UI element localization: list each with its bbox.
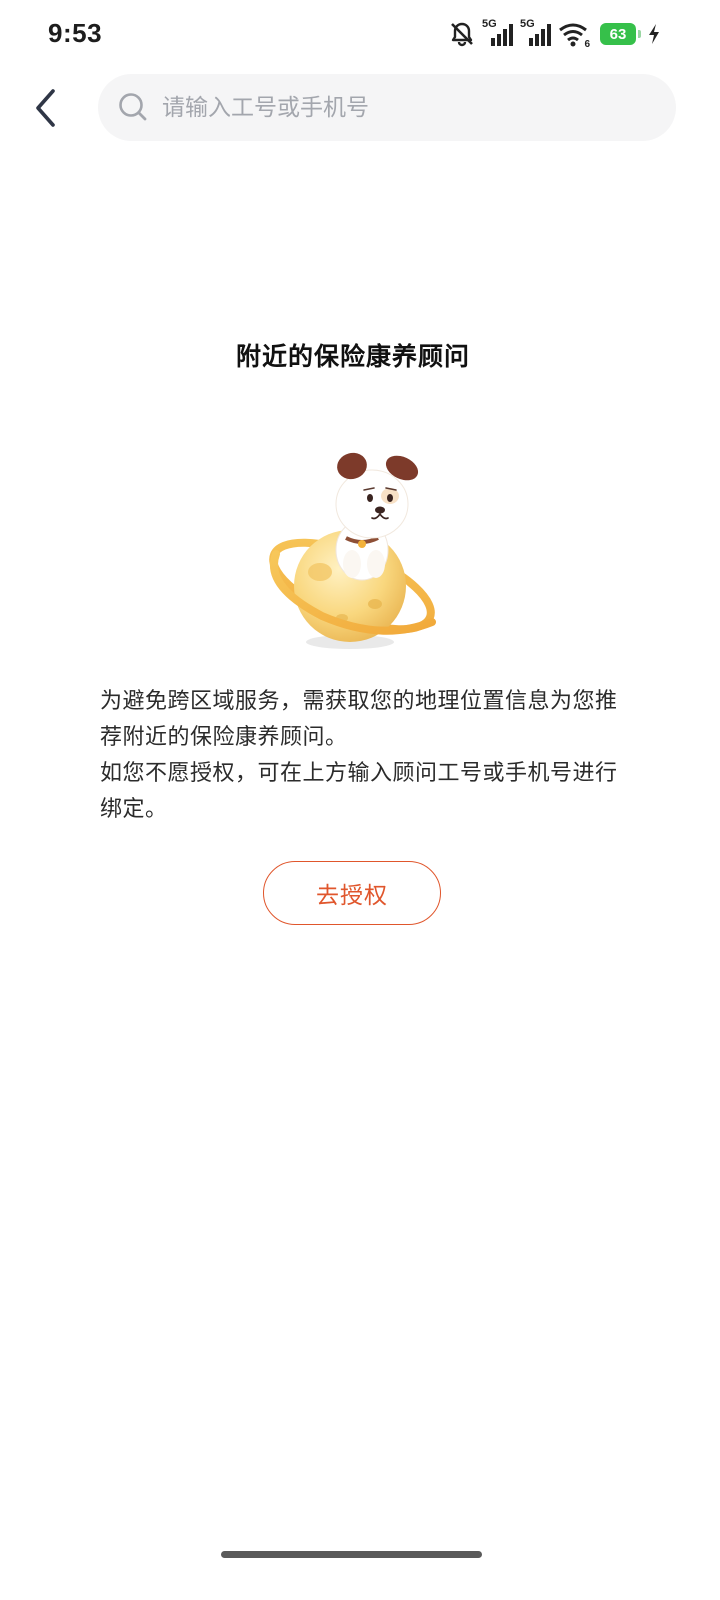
description-line: 为避免跨区域服务，需获取您的地理位置信息为您推荐附近的保险康养顾问。 [100,689,618,750]
screen: 9:53 5G 5G 6 63 请输入工号或手机号 附近的保险康养顾问 为避免跨… [0,0,720,1600]
signal-icon: 5G [482,18,514,48]
search-input[interactable] [162,74,652,141]
home-indicator[interactable] [221,1551,482,1558]
page-title: 附近的保险康养顾问 [235,342,470,371]
status-icons: 5G 5G 6 63 [448,18,660,50]
description-line: 如您不愿授权，可在上方输入顾问工号或手机号进行绑定。 [100,761,618,822]
authorize-button[interactable]: 去授权 [263,861,441,925]
chevron-left-icon [36,89,55,127]
search-icon [119,93,147,121]
bolt-icon [648,23,660,45]
wifi-label: 6 [584,39,590,50]
status-bar: 9:53 5G 5G 6 63 [0,0,720,68]
signal-icon: 5G [520,18,552,48]
top-bar [0,72,720,144]
status-time: 9:53 [48,18,103,48]
mascot-illustration [262,446,442,656]
battery-indicator: 63 [600,23,641,45]
wifi-icon: 6 [558,20,590,50]
bell-off-icon [448,20,476,48]
description: 为避免跨区域服务，需获取您的地理位置信息为您推荐附近的保险康养顾问。 如您不愿授… [100,684,620,828]
search-bar[interactable] [98,74,676,141]
back-button[interactable] [24,82,68,134]
